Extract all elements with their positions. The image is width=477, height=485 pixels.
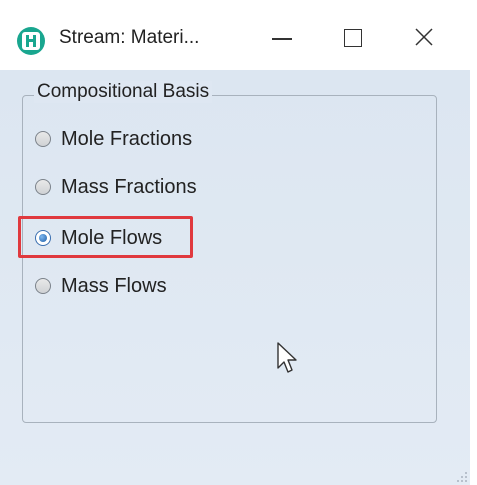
close-button[interactable]	[398, 14, 458, 58]
minimize-button[interactable]	[256, 14, 316, 58]
window-title: Stream: Materi...	[59, 27, 200, 48]
mouse-cursor-icon	[277, 342, 297, 373]
radio-mass-fractions[interactable]	[35, 179, 51, 195]
option-mass-flows[interactable]: Mass Flows	[35, 273, 167, 299]
resize-grip-icon[interactable]	[456, 471, 468, 483]
option-label: Mass Fractions	[61, 175, 197, 198]
option-mole-fractions[interactable]: Mole Fractions	[35, 126, 192, 152]
dialog-window: Stream: Materi... Compositional Basis Mo…	[0, 0, 470, 485]
option-mass-fractions[interactable]: Mass Fractions	[35, 174, 197, 200]
option-label: Mole Fractions	[61, 127, 193, 150]
maximize-button[interactable]	[322, 14, 382, 58]
highlight-box	[18, 216, 193, 258]
dialog-body: Compositional Basis Mole Fractions Mass …	[0, 70, 470, 485]
option-label: Mass Flows	[61, 274, 167, 297]
app-icon[interactable]	[17, 27, 45, 55]
radio-mole-fractions[interactable]	[35, 131, 51, 147]
title-bar[interactable]: Stream: Materi...	[0, 0, 470, 70]
group-legend: Compositional Basis	[34, 81, 213, 103]
radio-mass-flows[interactable]	[35, 278, 51, 294]
close-icon	[415, 28, 433, 46]
